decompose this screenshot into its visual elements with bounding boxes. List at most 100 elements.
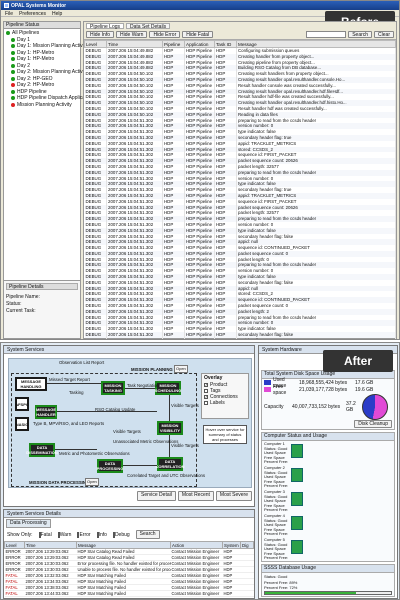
- tab-pipeline-details[interactable]: Pipeline Details: [6, 283, 78, 290]
- table-row[interactable]: ERROR 2007.206 13:30:03.062 Error processi…: [4, 560, 254, 567]
- column-header[interactable]: Message: [76, 541, 171, 549]
- checkbox-icon[interactable]: [204, 401, 208, 405]
- data-processing-block[interactable]: DATA PROCESSING: [97, 459, 123, 473]
- table-cell: HDP: [162, 337, 185, 339]
- tasking-label: Tasking: [69, 390, 84, 395]
- free-swatch: [264, 387, 271, 392]
- search-button[interactable]: Search: [348, 31, 373, 38]
- table-row[interactable]: ERROR 2007.206 13:29:03.062 HDP Star Catal…: [4, 554, 254, 561]
- table-row[interactable]: DEBUG2007.206 15:04:51.302HDPHDP Pipelin…: [84, 337, 396, 339]
- column-header[interactable]: Pipeline: [162, 40, 185, 48]
- filter-fatal[interactable]: Fatal: [38, 531, 52, 538]
- column-header[interactable]: Application: [184, 40, 215, 48]
- overlay-title: Overlay: [204, 375, 223, 381]
- status-dot-icon: [11, 102, 15, 107]
- column-header[interactable]: Message: [236, 40, 396, 48]
- computer-item[interactable]: Computer 5 Status: Good Used Space Free Spa…: [262, 537, 394, 561]
- pipeline-name-label: Pipeline Name:: [6, 294, 40, 300]
- filter-text: Error: [79, 531, 91, 538]
- table-cell: HDP Pipeline: [184, 140, 215, 147]
- mission-visibility-block[interactable]: MISSION VISIBILITY: [157, 421, 183, 435]
- tab-data-processing[interactable]: Data Processing: [6, 519, 51, 528]
- search-input[interactable]: [306, 31, 347, 38]
- filter-error[interactable]: Error: [77, 531, 91, 538]
- table-row[interactable]: ERROR 2007.206 13:29:03.062 HDP Star Catal…: [4, 548, 254, 555]
- tree-item-label: Mission Planning Activity: [17, 101, 72, 108]
- filter-debug[interactable]: Debug: [112, 531, 130, 538]
- most-severe-button[interactable]: Most Severe: [215, 491, 252, 501]
- checkbox-icon[interactable]: ✓: [204, 383, 208, 387]
- database-usage-title: SSSS Database Usage: [262, 565, 394, 573]
- mission-planning-open-button[interactable]: Open: [174, 365, 188, 373]
- clear-button[interactable]: Clear: [374, 31, 394, 38]
- dig-cell[interactable]: [240, 590, 254, 597]
- service-detail-button[interactable]: Service Detail: [136, 491, 176, 501]
- free-label: Free space: [273, 383, 287, 396]
- db-progress-fill: [265, 592, 356, 594]
- disk-cleanup-button[interactable]: Disk Cleanup: [354, 420, 392, 428]
- menu-file[interactable]: File: [5, 11, 13, 17]
- computer-icon: [291, 468, 304, 482]
- filter-info[interactable]: Info: [96, 531, 107, 538]
- tab-pipeline-status[interactable]: Pipeline Status: [4, 22, 80, 29]
- database-usage-section: SSSS Database Usage Status: Good Percent…: [261, 564, 395, 597]
- mission-tasking-block[interactable]: MISSION TASKING: [101, 381, 125, 395]
- after-window: System Services Observation List Report …: [0, 342, 400, 600]
- tree-item[interactable]: Mission Planning Activity: [6, 102, 78, 109]
- message-handler-block[interactable]: MESSAGE HANDLER: [35, 405, 57, 419]
- overlay-labels[interactable]: Labels: [204, 400, 246, 406]
- status-dot-icon: [11, 50, 15, 55]
- most-recent-button[interactable]: Most Recent: [177, 491, 214, 501]
- column-header[interactable]: System: [222, 541, 241, 549]
- table-row[interactable]: ERROR 2007.206 13:30:03.062 Unable to proc…: [4, 566, 254, 573]
- table-cell: Contact Mission Engineer: [170, 566, 223, 573]
- table-cell: 2007.206 13:34:03.062: [24, 578, 77, 585]
- tab-pipeline-logs[interactable]: Pipeline Logs: [86, 23, 125, 30]
- app-icon: [4, 3, 9, 8]
- message-handling-block[interactable]: MESSAGE HANDLING: [15, 377, 47, 391]
- column-header[interactable]: Level: [4, 541, 25, 549]
- table-cell: Error processing file. No handler existe…: [76, 560, 171, 567]
- column-header[interactable]: Level: [84, 40, 107, 48]
- computer-status-section: Computer Status and Usage Computer 1 Stat…: [261, 432, 395, 562]
- table-cell: FATAL: [4, 590, 25, 597]
- status-dot-icon: [6, 31, 10, 36]
- column-header[interactable]: Time: [24, 541, 77, 549]
- column-header[interactable]: Action: [170, 541, 223, 549]
- status-dot-icon: [11, 44, 15, 49]
- nasic-block[interactable]: NASIC: [15, 417, 29, 431]
- hide-info-button[interactable]: Hide Info: [86, 31, 115, 38]
- filter-warn[interactable]: Warn: [57, 531, 71, 538]
- tab-data-set-details[interactable]: Data Set Details: [126, 23, 171, 30]
- computer-item[interactable]: Computer 1 Status: Good Used Space Free Spa…: [262, 441, 394, 465]
- column-header[interactable]: Time: [106, 40, 163, 48]
- system-services-title: System Services: [4, 346, 254, 354]
- checkbox-icon[interactable]: [204, 389, 208, 393]
- table-row[interactable]: FATAL 2007.206 13:44:03.062 HDP Star Match…: [4, 590, 254, 597]
- menu-preferences[interactable]: Preferences: [19, 11, 46, 17]
- free-gb: 19.6 GB: [355, 386, 374, 393]
- computer-item[interactable]: Computer 3 Status: Good Used Space Free Spa…: [262, 489, 394, 513]
- hide-warn-button[interactable]: Hide Warn: [116, 31, 148, 38]
- hide-error-button[interactable]: Hide Error: [149, 31, 181, 38]
- computer-item[interactable]: Computer 4 Status: Good Used Space Free Spa…: [262, 513, 394, 537]
- db-progress-bar: [264, 591, 392, 595]
- overlay-panel: Overlay ✓ Product Tags ✓ Connections Label…: [201, 373, 249, 419]
- connector: [125, 388, 155, 389]
- menu-help[interactable]: Help: [52, 11, 62, 17]
- table-cell: Contact Mission Engineer: [170, 578, 223, 585]
- visible-targets-label-3: Visible Targets: [113, 429, 141, 434]
- column-header[interactable]: Task ID: [214, 40, 237, 48]
- details-search-button[interactable]: Search: [135, 530, 160, 539]
- data-correlation-block[interactable]: DATA CORRELATION: [155, 457, 185, 471]
- checkbox-icon[interactable]: ✓: [204, 395, 208, 399]
- afspc-block[interactable]: AFSPC: [15, 397, 29, 411]
- data-processing-open-button[interactable]: Open: [85, 478, 99, 486]
- computer-info: Computer 2 Status: Good Used Space Free Spa…: [264, 465, 288, 488]
- computer-item[interactable]: Computer 2 Status: Good Used Space Free Spa…: [262, 465, 394, 489]
- column-header[interactable]: Dig: [240, 541, 254, 549]
- hide-fatal-button[interactable]: Hide Fatal: [182, 31, 214, 38]
- before-window: OPAL Systems Monitor File Preferences He…: [0, 0, 400, 340]
- data-dissemination-block[interactable]: DATA DISSEMINATION: [26, 443, 58, 457]
- table-cell: HDP Pipeline: [184, 192, 215, 199]
